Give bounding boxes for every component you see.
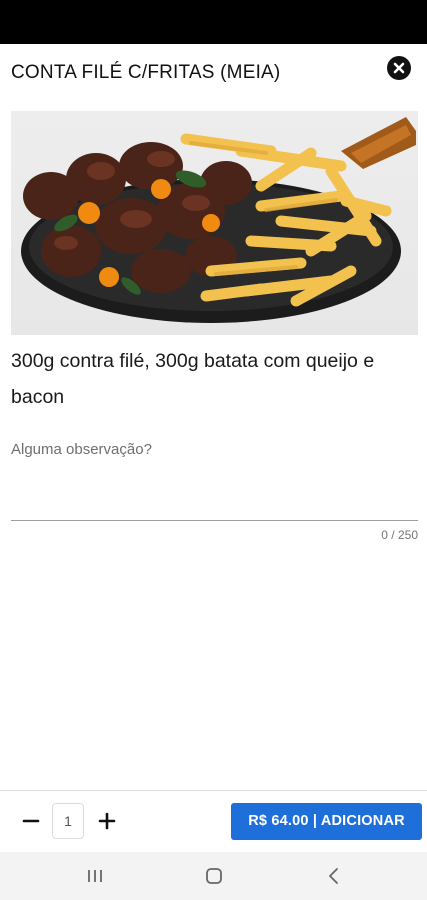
- plus-icon: [98, 812, 116, 830]
- product-description: 300g contra filé, 300g batata com queijo…: [11, 350, 375, 408]
- quantity-value[interactable]: 1: [52, 803, 84, 839]
- dialog-header: CONTA FILÉ C/FRITAS (MEIA): [0, 44, 427, 106]
- order-footer: 1 R$ 64.00 | ADICIONAR: [0, 790, 427, 852]
- decrease-quantity-button[interactable]: [16, 806, 46, 836]
- character-counter: 0 / 250: [381, 528, 418, 542]
- back-button[interactable]: [320, 862, 348, 890]
- minus-icon: [22, 819, 40, 823]
- close-button[interactable]: [387, 56, 411, 80]
- increase-quantity-button[interactable]: [92, 806, 122, 836]
- product-image: [11, 111, 418, 335]
- home-button[interactable]: [200, 862, 228, 890]
- food-photo: [21, 117, 416, 323]
- home-icon: [206, 868, 222, 884]
- recent-apps-button[interactable]: [81, 862, 109, 890]
- recent-apps-icon: [88, 870, 102, 882]
- status-bar: [0, 0, 427, 44]
- close-icon: [393, 62, 405, 74]
- add-to-cart-button[interactable]: R$ 64.00 | ADICIONAR: [231, 803, 422, 840]
- back-icon: [329, 868, 338, 884]
- observation-input[interactable]: [11, 437, 418, 521]
- product-title: CONTA FILÉ C/FRITAS (MEIA): [11, 62, 281, 83]
- system-navigation-bar: [0, 852, 427, 900]
